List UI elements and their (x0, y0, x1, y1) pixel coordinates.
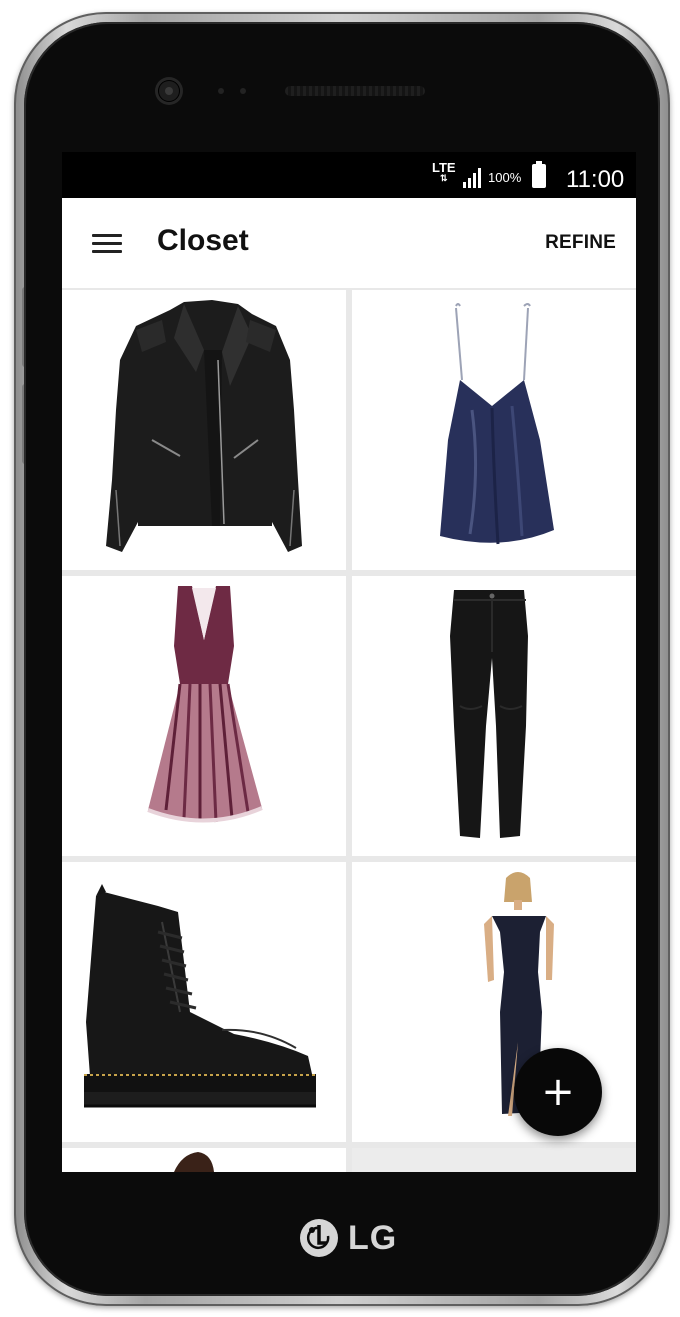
signal-strength-icon (463, 168, 481, 188)
closet-item-dress[interactable] (62, 576, 346, 856)
closet-item-partial[interactable] (62, 1148, 346, 1172)
hamburger-menu-icon[interactable] (92, 234, 122, 254)
clock: 11:00 (566, 166, 625, 193)
add-icon: + (541, 1069, 575, 1115)
battery-percent: 100% (488, 170, 522, 185)
add-item-button[interactable]: + (514, 1048, 602, 1136)
network-type-label: LTE (432, 160, 456, 175)
refine-button[interactable]: REFINE (545, 232, 616, 254)
closet-item-camisole[interactable] (352, 290, 636, 570)
lg-logo-icon (300, 1219, 338, 1257)
brand-label: LG (348, 1218, 398, 1257)
earpiece-speaker (285, 86, 425, 96)
closet-item-boots[interactable] (62, 862, 346, 1142)
device-brand: LG (298, 1216, 397, 1260)
front-camera-icon (158, 80, 180, 102)
battery-icon (532, 161, 546, 188)
app-screen: LTE ⇅ 100% 11:00 Closet REFINE + (62, 152, 636, 1172)
page-title: Closet (157, 224, 249, 257)
closet-item-jeans[interactable] (352, 576, 636, 856)
satin-camisole-image (440, 303, 554, 545)
closet-item-jacket[interactable] (62, 290, 346, 570)
closet-grid (62, 288, 636, 1172)
sensor-dot (218, 88, 224, 94)
sensor-dot (240, 88, 246, 94)
network-indicator: LTE ⇅ (432, 160, 456, 184)
tulle-dress-image (147, 586, 263, 823)
partial-item-image (174, 1152, 214, 1172)
platform-boots-image (84, 884, 316, 1108)
leather-jacket-image (106, 300, 302, 552)
skinny-jeans-image (450, 590, 528, 838)
app-bar: Closet REFINE (62, 198, 636, 288)
status-bar: LTE ⇅ 100% 11:00 (62, 152, 636, 198)
closet-item-partial[interactable] (352, 1148, 636, 1172)
